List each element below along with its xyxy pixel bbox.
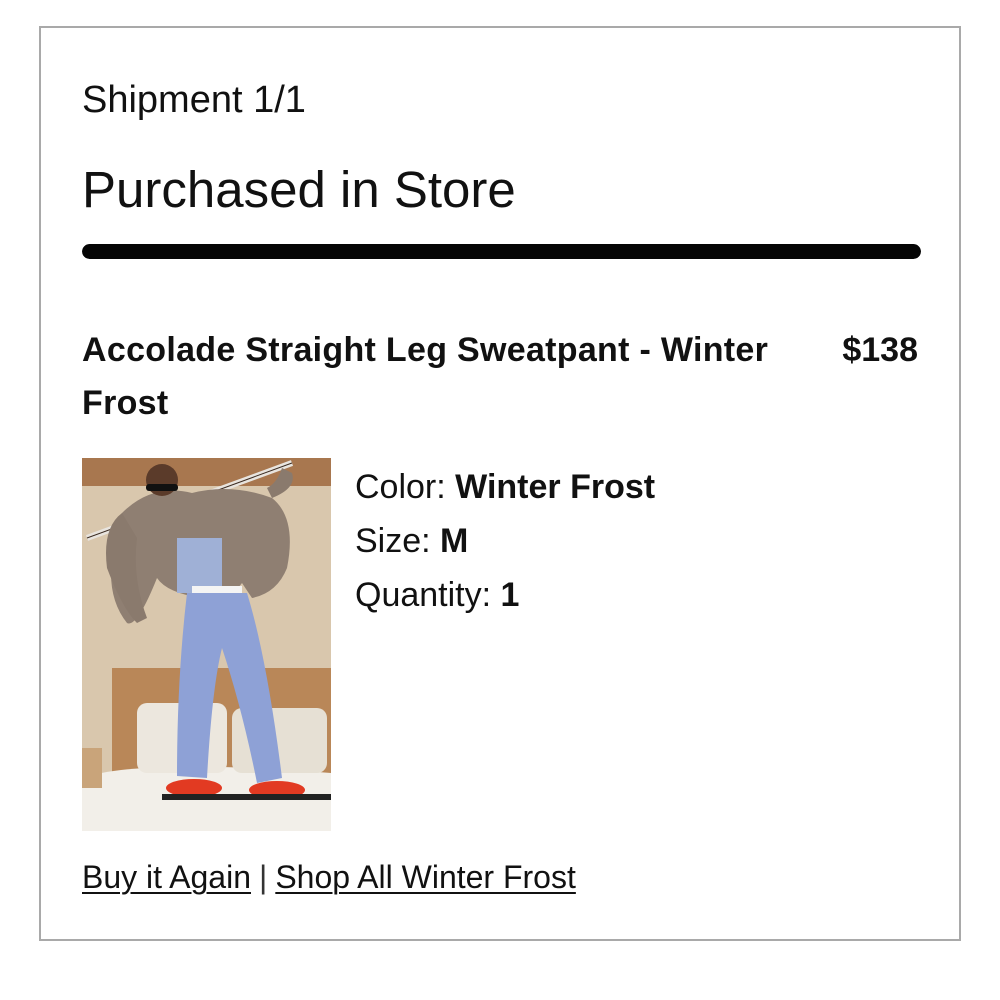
product-actions: Buy it Again | Shop All Winter Frost (82, 857, 576, 897)
product-photo-illustration (82, 458, 331, 831)
product-price: $138 (842, 331, 918, 369)
shop-all-link[interactable]: Shop All Winter Frost (275, 859, 576, 895)
detail-value: 1 (500, 576, 520, 614)
buy-again-link[interactable]: Buy it Again (82, 859, 251, 895)
product-detail-size: Size: M (355, 514, 655, 568)
product-name: Accolade Straight Leg Sweatpant - Winter… (82, 331, 769, 422)
product-details: Color: Winter Frost Size: M Quantity: 1 (355, 460, 655, 622)
shipment-progress-fill (82, 244, 921, 259)
detail-label: Size: (355, 522, 431, 560)
detail-label: Color: (355, 468, 446, 506)
shipment-progress-bar (82, 244, 921, 259)
product-detail-color: Color: Winter Frost (355, 460, 655, 514)
product-detail-quantity: Quantity: 1 (355, 568, 655, 622)
shipment-status-title: Purchased in Store (82, 161, 516, 218)
detail-value: M (440, 522, 469, 560)
detail-label: Quantity: (355, 576, 492, 614)
detail-value: Winter Frost (455, 468, 656, 506)
action-separator: | (259, 859, 268, 895)
shipment-card: Shipment 1/1 Purchased in Store Accolade… (39, 26, 961, 941)
product-image[interactable] (82, 458, 331, 831)
shipment-count-label: Shipment 1/1 (82, 79, 306, 121)
